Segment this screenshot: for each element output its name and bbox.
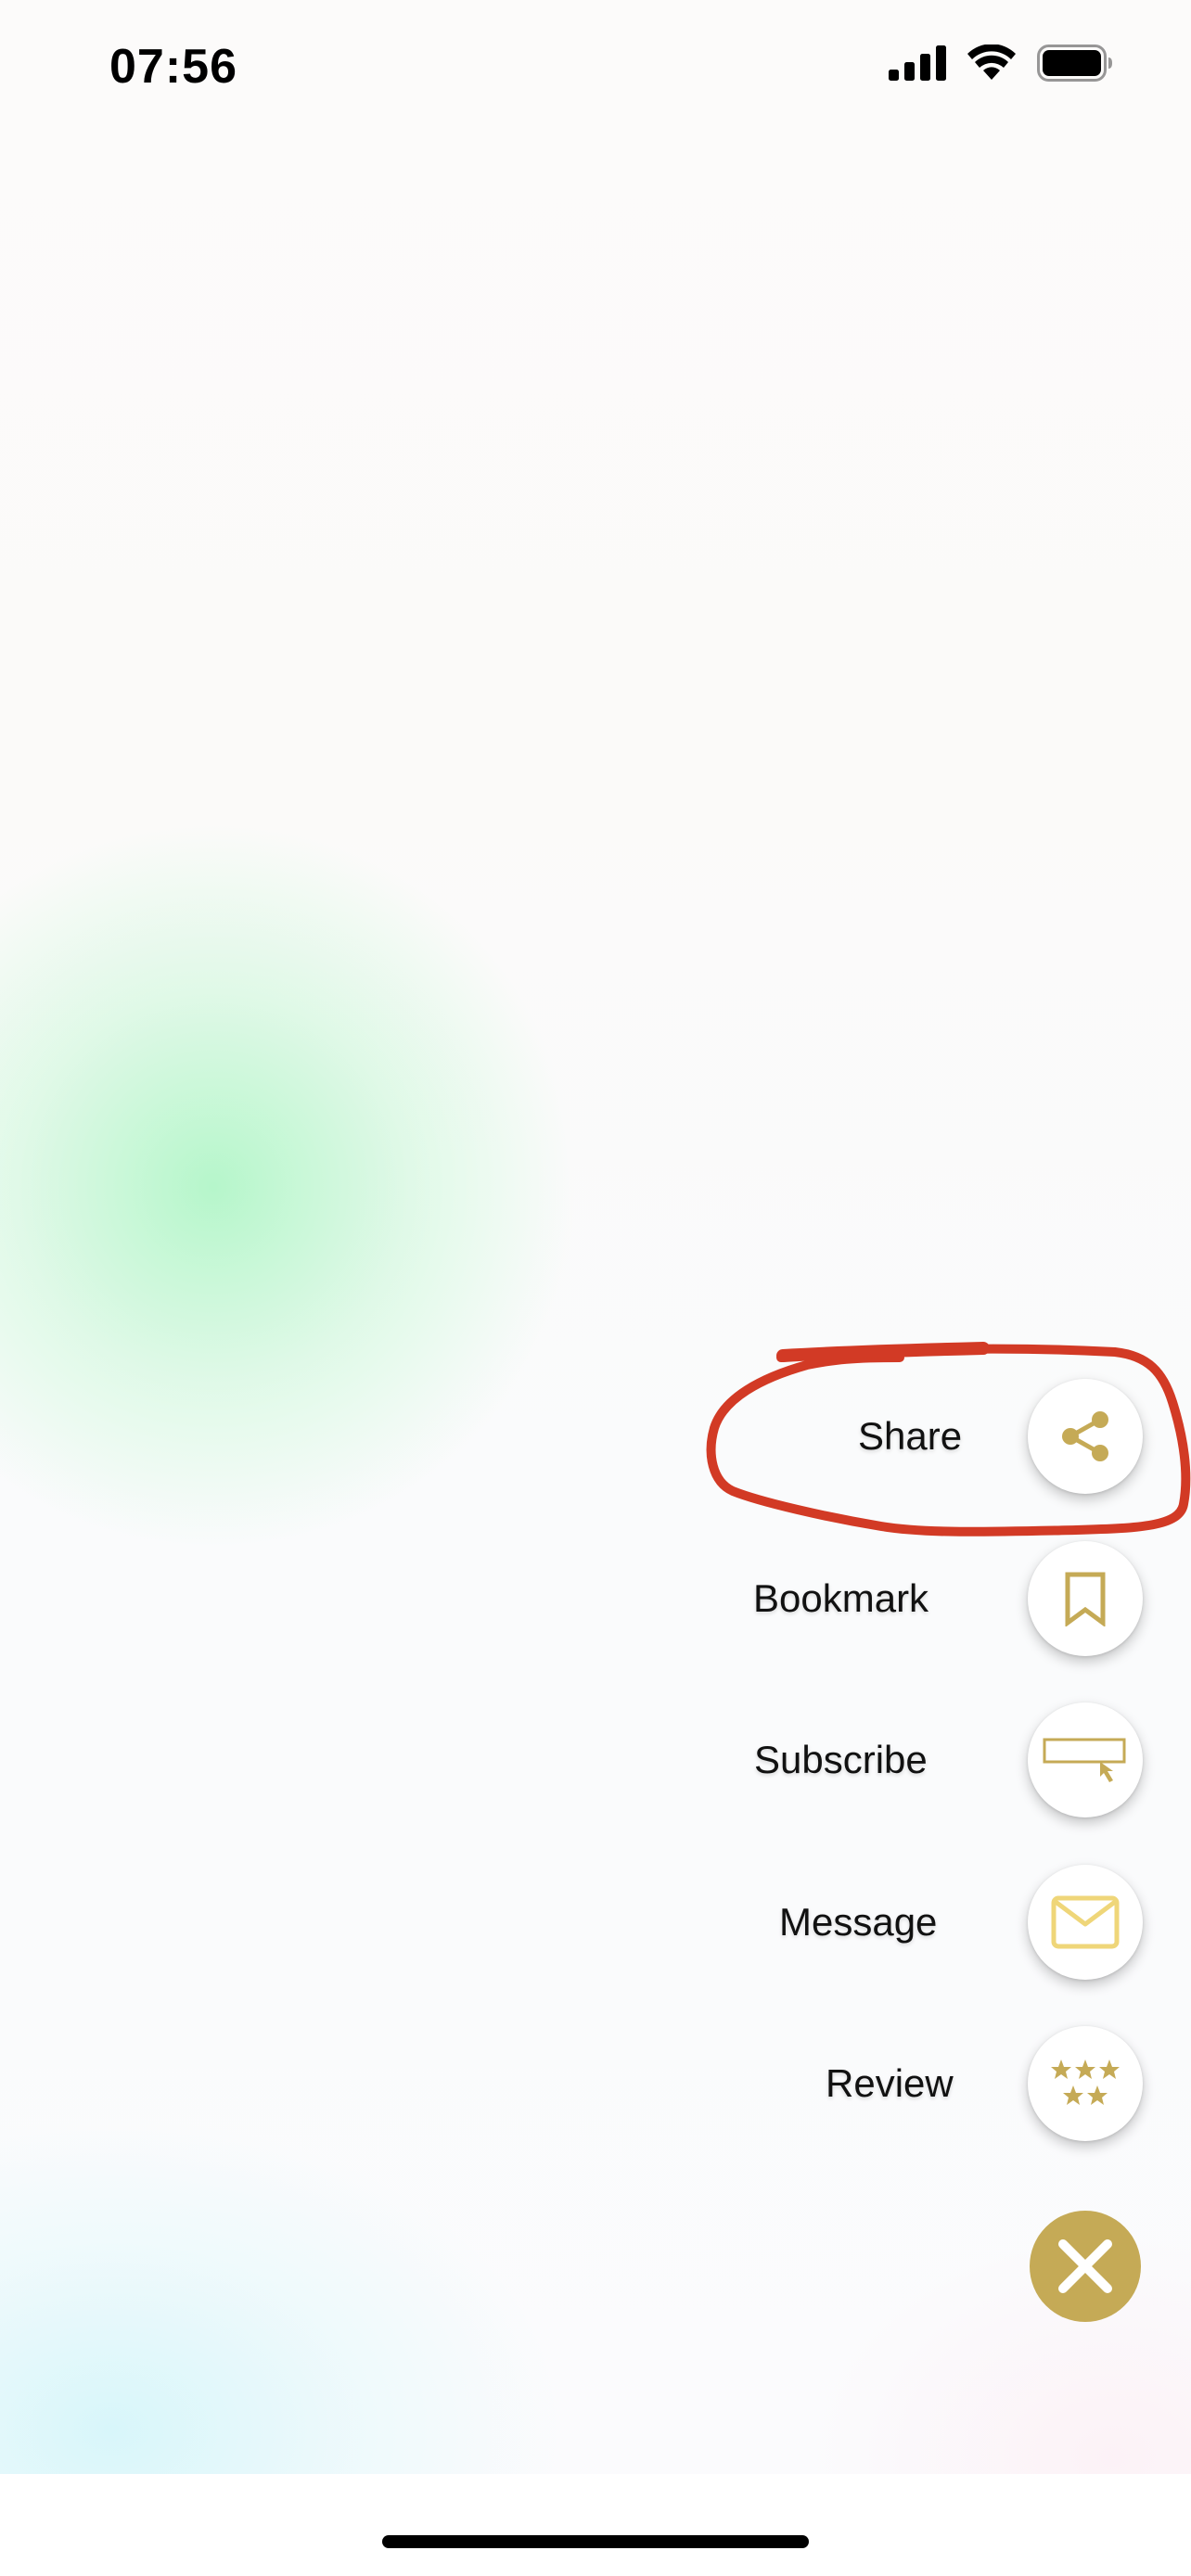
menu-item-share[interactable]: Share bbox=[0, 1379, 1191, 1494]
message-button[interactable] bbox=[1028, 1865, 1143, 1980]
bookmark-label: Bookmark bbox=[753, 1576, 929, 1620]
status-time: 07:56 bbox=[109, 40, 237, 94]
share-label: Share bbox=[858, 1414, 963, 1458]
subscribe-icon bbox=[1043, 1738, 1126, 1782]
menu-item-subscribe[interactable]: Subscribe bbox=[0, 1702, 1191, 1817]
menu-item-message[interactable]: Message bbox=[0, 1865, 1191, 1980]
wifi-icon bbox=[967, 45, 1016, 80]
menu-item-bookmark[interactable]: Bookmark bbox=[0, 1541, 1191, 1656]
mail-icon bbox=[1051, 1895, 1120, 1949]
battery-icon bbox=[1037, 45, 1112, 82]
bookmark-button[interactable] bbox=[1028, 1541, 1143, 1656]
message-label: Message bbox=[779, 1900, 938, 1944]
subscribe-label: Subscribe bbox=[754, 1738, 928, 1781]
menu-item-review[interactable]: Review bbox=[0, 2026, 1191, 2141]
review-button[interactable] bbox=[1028, 2026, 1143, 2141]
bookmark-icon bbox=[1065, 1572, 1106, 1626]
close-menu-button[interactable] bbox=[1030, 2211, 1141, 2322]
close-icon bbox=[1058, 2239, 1112, 2293]
subscribe-button[interactable] bbox=[1028, 1702, 1143, 1817]
bottom-safe-area bbox=[0, 2474, 1191, 2576]
share-icon bbox=[1062, 1411, 1108, 1461]
stars-icon bbox=[1051, 2060, 1120, 2105]
status-icons bbox=[889, 45, 1113, 82]
review-label: Review bbox=[826, 2061, 954, 2105]
home-indicator[interactable] bbox=[382, 2535, 809, 2548]
signal-icon bbox=[889, 45, 946, 81]
app-screen: 07:56 Share Bookmark Subscribe Message R… bbox=[0, 0, 1191, 2576]
share-button[interactable] bbox=[1028, 1379, 1143, 1494]
